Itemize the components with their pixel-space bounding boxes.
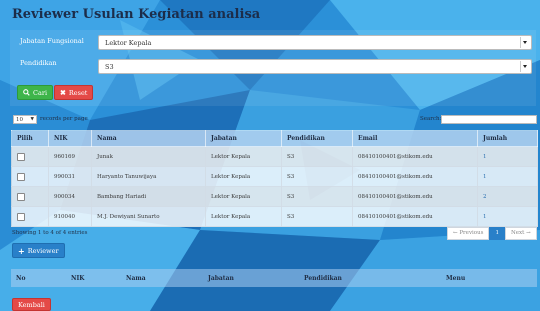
name-cell: Bambang Hariadi	[91, 186, 206, 207]
jumlah-cell: 1	[477, 166, 538, 187]
table-row: 990031 Haryanto Tanuwijaya Lektor Kepala…	[11, 166, 538, 187]
pendidikan-select[interactable]: S3	[98, 59, 532, 74]
column-header[interactable]: Pendidikan	[281, 130, 353, 147]
page-size-label: records per page	[40, 116, 88, 122]
select-checkbox[interactable]	[17, 192, 25, 201]
pagination: ← Previous 1 Next →	[447, 227, 537, 240]
table-row: 910040 M.J. Dewiyani Sunarto Lektor Kepa…	[11, 206, 538, 227]
chevron-down-icon	[520, 37, 530, 48]
email-cell: 08410100401@stikom.edu	[352, 186, 478, 207]
jabatan-select[interactable]: Lektor Kepala	[98, 35, 532, 50]
column-header: Pendidikan	[299, 269, 441, 287]
back-button[interactable]: Kembali	[12, 298, 51, 311]
table-info: Showing 1 to 4 of 4 entries	[12, 230, 88, 236]
email-cell: 08410100401@stikom.edu	[352, 166, 478, 187]
nik-cell: 910040	[48, 206, 92, 227]
pendidikan-cell: S3	[281, 206, 353, 227]
name-cell: M.J. Dewiyani Sunarto	[91, 206, 206, 227]
page-size-select[interactable]: 10 ▼	[13, 115, 37, 124]
table-row: 960169 Junak Lektor Kepala S3 0841010040…	[11, 146, 538, 167]
column-header: Menu	[441, 269, 537, 287]
column-header[interactable]: Email	[352, 130, 478, 147]
jumlah-cell: 1	[477, 146, 538, 167]
jumlah-cell: 2	[477, 186, 538, 207]
column-header[interactable]: Pilih	[11, 130, 49, 147]
nik-cell: 960169	[48, 146, 92, 167]
column-header[interactable]: Jumlah	[477, 130, 538, 147]
close-icon: ✖	[60, 88, 66, 97]
pagination-page-1[interactable]: 1	[489, 227, 505, 240]
reviewer-table: No NIK Nama Jabatan Pendidikan Menu	[11, 269, 537, 287]
column-header: Jabatan	[203, 269, 299, 287]
column-header: NIK	[66, 269, 121, 287]
reset-button[interactable]: ✖ Reset	[54, 85, 94, 100]
column-header[interactable]: NIK	[48, 130, 92, 147]
email-cell: 08410100401@stikom.edu	[352, 206, 478, 227]
jabatan-label: Jabatan Fungsional	[20, 37, 84, 45]
back-button-label: Kembali	[18, 300, 45, 309]
pendidikan-cell: S3	[281, 146, 353, 167]
pagination-next[interactable]: Next →	[504, 227, 537, 240]
chevron-down-icon: ▼	[30, 117, 34, 122]
nik-cell: 990031	[48, 166, 92, 187]
add-reviewer-label: Reviewer	[27, 246, 59, 255]
table-search-input[interactable]	[441, 115, 537, 124]
plus-icon: +	[18, 245, 25, 256]
email-cell: 08410100401@stikom.edu	[352, 146, 478, 167]
chevron-down-icon	[520, 61, 530, 72]
page-size-value: 10	[16, 117, 23, 123]
nik-cell: 900034	[48, 186, 92, 207]
reset-button-label: Reset	[68, 88, 88, 97]
jabatan-cell: Lektor Kepala	[205, 166, 282, 187]
pendidikan-cell: S3	[281, 166, 353, 187]
jumlah-cell: 1	[477, 206, 538, 227]
select-checkbox[interactable]	[17, 172, 25, 181]
table-header-row: Pilih NIK Nama Jabatan Pendidikan Email …	[11, 130, 538, 147]
pendidikan-label: Pendidikan	[20, 59, 57, 67]
search-label: Search:	[420, 116, 442, 122]
candidate-table: Pilih NIK Nama Jabatan Pendidikan Email …	[11, 130, 538, 227]
pendidikan-value: S3	[105, 63, 114, 71]
pendidikan-cell: S3	[281, 186, 353, 207]
select-checkbox[interactable]	[17, 152, 25, 161]
name-cell: Haryanto Tanuwijaya	[91, 166, 206, 187]
column-header[interactable]: Jabatan	[205, 130, 282, 147]
jabatan-cell: Lektor Kepala	[205, 186, 282, 207]
search-button[interactable]: Cari	[17, 85, 54, 100]
jabatan-cell: Lektor Kepala	[205, 206, 282, 227]
column-header: Nama	[121, 269, 203, 287]
add-reviewer-button[interactable]: + Reviewer	[12, 243, 65, 258]
column-header[interactable]: Nama	[91, 130, 206, 147]
table-header-row: No NIK Nama Jabatan Pendidikan Menu	[11, 269, 537, 287]
pagination-previous[interactable]: ← Previous	[447, 227, 490, 240]
jabatan-cell: Lektor Kepala	[205, 146, 282, 167]
jabatan-value: Lektor Kepala	[105, 39, 152, 47]
table-row: 900034 Bambang Hariadi Lektor Kepala S3 …	[11, 186, 538, 207]
select-checkbox[interactable]	[17, 212, 25, 221]
search-button-label: Cari	[33, 88, 48, 97]
page-title: Reviewer Usulan Kegiatan analisa	[12, 7, 261, 22]
column-header: No	[11, 269, 66, 287]
search-icon	[23, 89, 30, 96]
name-cell: Junak	[91, 146, 206, 167]
